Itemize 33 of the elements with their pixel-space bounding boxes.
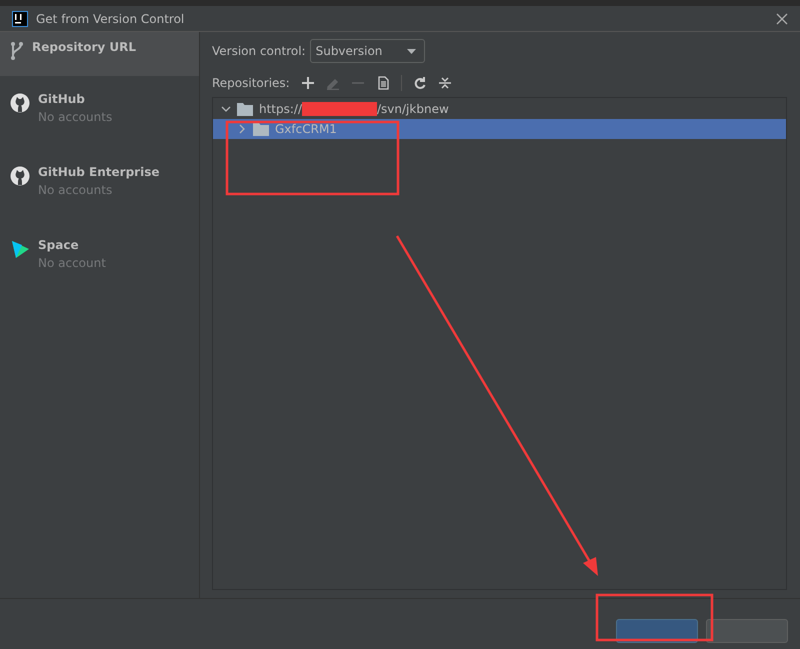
repositories-label: Repositories:	[212, 76, 290, 90]
close-icon[interactable]	[776, 12, 788, 24]
document-icon[interactable]	[376, 76, 390, 90]
folder-icon	[253, 122, 269, 136]
collapse-icon[interactable]	[438, 76, 452, 90]
github-cat-icon	[10, 93, 30, 113]
github-cat-icon	[10, 166, 30, 186]
window-title: Get from Version Control	[36, 12, 186, 26]
add-icon[interactable]	[300, 76, 315, 90]
app-logo-icon	[12, 10, 28, 26]
sidebar-item-label: Repository URL	[32, 40, 136, 54]
tree-node-label: /svn/jkbnew	[377, 102, 449, 116]
account-status: No account	[38, 256, 106, 270]
version-control-label: Version control:	[212, 44, 306, 58]
account-status: No accounts	[38, 110, 112, 124]
chevron-icon[interactable]	[221, 104, 231, 114]
branch-icon	[10, 41, 24, 61]
tree-row[interactable]: https:// /svn/jkbnew	[213, 99, 786, 119]
sidebar-item[interactable]: Repository URL	[0, 32, 199, 76]
account-status: No accounts	[38, 183, 114, 197]
sidebar-item-label: Space	[38, 238, 80, 252]
sidebar-item[interactable]: GitHub No accounts	[0, 84, 199, 141]
version-control-dropdown[interactable]: Subversion	[310, 39, 425, 63]
tree-node-label: GxfcCRM1	[275, 122, 337, 136]
folder-icon	[237, 102, 253, 116]
sidebar-item-label: GitHub	[38, 92, 86, 106]
sidebar-item[interactable]: Space No account	[0, 230, 199, 287]
tree-node-label: https://	[259, 102, 302, 116]
sidebar-item[interactable]: GitHub Enterprise No accounts	[0, 157, 199, 214]
refresh-icon[interactable]	[412, 76, 427, 90]
space-logo-icon	[10, 239, 30, 259]
sidebar-item-label: GitHub Enterprise	[38, 165, 160, 179]
caret-icon	[406, 48, 416, 54]
